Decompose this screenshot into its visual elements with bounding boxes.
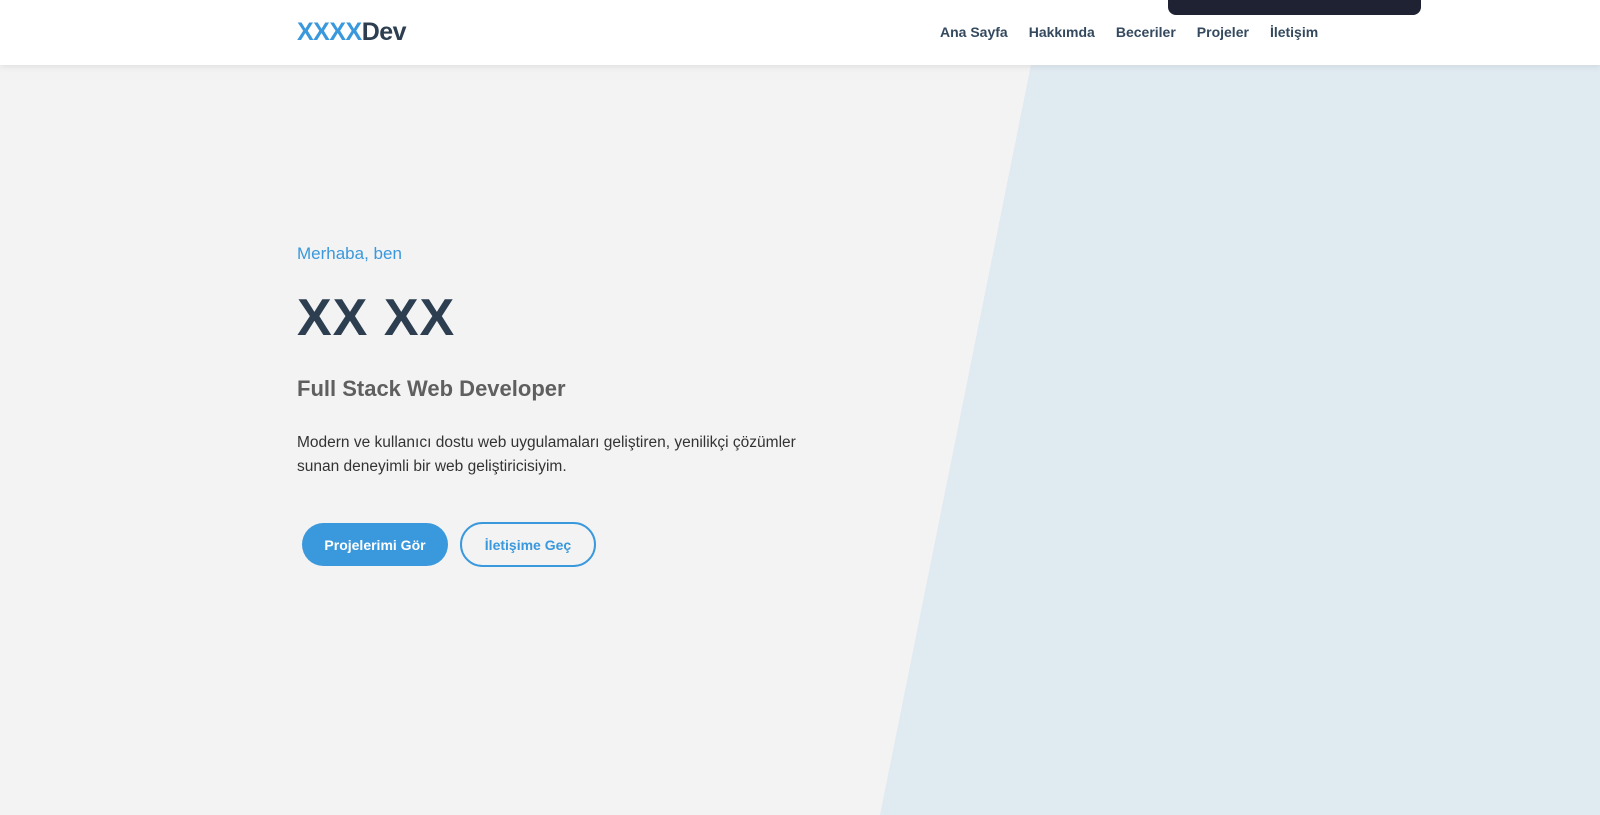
nav-link-contact[interactable]: İletişim	[1270, 24, 1318, 40]
logo-secondary-text: Dev	[361, 18, 407, 46]
hero-description: Modern ve kullanıcı dostu web uygulamala…	[297, 434, 796, 475]
view-projects-button[interactable]: Projelerimi Gör	[302, 523, 448, 566]
site-logo[interactable]: XXXXDev	[297, 18, 407, 47]
hero-role: Full Stack Web Developer	[297, 376, 566, 401]
diagonal-background-panel	[880, 0, 1600, 815]
nav-link-home[interactable]: Ana Sayfa	[940, 24, 1008, 40]
main-nav: Ana Sayfa Hakkımda Beceriler Projeler İl…	[940, 24, 1318, 40]
logo-primary-text: XXXX	[297, 18, 362, 46]
hero-greeting: Merhaba, ben	[297, 244, 402, 263]
top-overlay-bar	[1168, 0, 1421, 15]
hero-name: XX XX	[297, 289, 456, 347]
nav-link-skills[interactable]: Beceriler	[1116, 24, 1176, 40]
nav-link-about[interactable]: Hakkımda	[1029, 24, 1095, 40]
nav-link-projects[interactable]: Projeler	[1197, 24, 1249, 40]
page: XXXXDev Ana Sayfa Hakkımda Beceriler Pro…	[0, 0, 1600, 815]
contact-button[interactable]: İletişime Geç	[460, 522, 596, 567]
